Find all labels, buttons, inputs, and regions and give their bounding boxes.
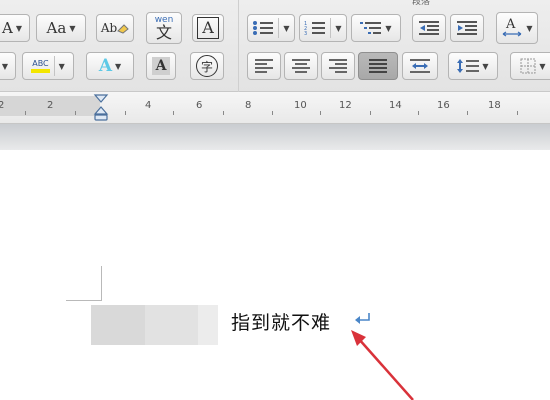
blurred-text-block — [91, 305, 145, 345]
document-page[interactable] — [0, 150, 550, 400]
text-direction-icon: A — [503, 17, 522, 37]
spell-label: Ab — [100, 21, 118, 35]
align-left-button[interactable] — [247, 52, 281, 80]
chevron-down-icon: ▼ — [69, 23, 76, 33]
font-color-label: A — [98, 56, 113, 76]
eraser-icon — [117, 24, 129, 34]
phonetic-guide-button[interactable]: wen 文 — [146, 12, 182, 44]
ruler-label: 6 — [196, 100, 203, 111]
align-right-icon — [329, 59, 347, 73]
borders-button[interactable]: ▼ — [510, 52, 550, 80]
blurred-text-block — [145, 305, 198, 345]
split-divider — [278, 18, 280, 38]
ruler-tick — [173, 111, 174, 115]
character-shading-button[interactable]: A — [146, 52, 176, 80]
numbering-button[interactable]: 1 2 3 ▼ — [299, 14, 347, 42]
increase-indent-icon — [457, 21, 477, 35]
align-left-icon — [255, 59, 273, 73]
group-separator — [238, 0, 239, 92]
margin-corner-mark — [66, 300, 102, 301]
decrease-indent-button[interactable] — [412, 14, 446, 42]
document-text[interactable]: 指到就不难 — [231, 308, 331, 335]
svg-text:A: A — [505, 17, 516, 32]
chevron-down-icon: ▼ — [385, 23, 392, 33]
justify-button[interactable] — [358, 52, 398, 80]
ruler-tick — [75, 111, 76, 115]
borders-icon — [520, 58, 536, 74]
decrease-indent-icon — [419, 21, 439, 35]
chevron-down-icon: ▼ — [115, 61, 122, 71]
chevron-down-icon: ▼ — [1, 61, 9, 71]
distribute-icon — [410, 59, 430, 73]
ruler-label: 2 — [0, 100, 5, 111]
font-color-button[interactable]: A ▼ — [86, 52, 134, 80]
boxed-char: A — [197, 17, 219, 39]
ruler-label: 8 — [245, 100, 252, 111]
text-direction-button[interactable]: A ▼ — [496, 12, 538, 44]
ruler-tick — [272, 111, 273, 115]
ruler-label: 16 — [437, 100, 450, 111]
split-divider — [53, 56, 55, 76]
justify-icon — [369, 59, 387, 73]
chevron-down-icon: ▼ — [526, 23, 533, 33]
split-divider — [330, 18, 332, 38]
ruler-tick — [25, 111, 26, 115]
align-right-button[interactable] — [321, 52, 355, 80]
paragraph-mark-icon — [355, 313, 370, 324]
ruler-tick — [517, 111, 518, 115]
ruler-label: 10 — [294, 100, 307, 111]
spell-check-button[interactable]: Ab — [96, 14, 134, 42]
page-gap — [0, 124, 550, 150]
svg-text:3: 3 — [304, 31, 307, 36]
ruler-tick — [320, 111, 321, 115]
numbered-list-icon: 1 2 3 — [304, 21, 326, 36]
multilevel-list-icon — [360, 22, 382, 34]
ruler-tick — [418, 111, 419, 115]
ribbon-toolbar: 段落 A ▼ Aa ▼ Ab wen 文 A ▼ 1 2 3 ▼ ▼ A ▼ ▼… — [0, 0, 550, 92]
line-spacing-icon — [457, 59, 480, 73]
ruler-tick — [370, 111, 371, 115]
ruler-label: 2 — [47, 100, 54, 111]
ruler-tick — [467, 111, 468, 115]
chevron-down-icon: ▼ — [283, 23, 290, 33]
chevron-down-icon: ▼ — [482, 61, 489, 71]
blurred-text-block — [198, 305, 218, 345]
distribute-button[interactable] — [402, 52, 438, 80]
chevron-down-icon: ▼ — [335, 23, 342, 33]
align-center-button[interactable] — [284, 52, 318, 80]
ruler-label: 14 — [389, 100, 402, 111]
ruler-tick — [125, 111, 126, 115]
circled-char: 字 — [196, 55, 218, 77]
indent-marker-icon[interactable] — [93, 94, 109, 122]
ruler-label: 12 — [339, 100, 352, 111]
multilevel-list-button[interactable]: ▼ — [351, 14, 401, 42]
highlight-button[interactable]: ABC ▼ — [22, 52, 74, 80]
case-left-label: A — [2, 19, 13, 37]
change-case-left-button[interactable]: A ▼ — [0, 14, 30, 42]
ruler-label: 4 — [145, 100, 152, 111]
shaded-char: A — [151, 57, 171, 75]
character-border-button[interactable]: A — [192, 14, 224, 42]
bullets-button[interactable]: ▼ — [247, 14, 295, 42]
align-center-icon — [292, 59, 310, 73]
ruler-tick — [223, 111, 224, 115]
horizontal-ruler[interactable]: 2 2 4 6 8 10 12 14 16 18 — [0, 92, 550, 124]
ruler-label: 18 — [488, 100, 501, 111]
font-options-button[interactable]: ▼ — [0, 52, 16, 80]
highlight-label: ABC — [31, 59, 50, 73]
change-case-label: Aa — [46, 19, 67, 37]
bullet-list-icon — [253, 21, 274, 35]
change-case-button[interactable]: Aa ▼ — [36, 14, 86, 42]
increase-indent-button[interactable] — [450, 14, 484, 42]
margin-corner-mark — [101, 266, 102, 300]
paragraph-group-title: 段落 — [412, 0, 431, 7]
line-spacing-button[interactable]: ▼ — [448, 52, 498, 80]
chevron-down-icon: ▼ — [15, 23, 22, 33]
chevron-down-icon: ▼ — [58, 61, 65, 71]
enclose-characters-button[interactable]: 字 — [190, 52, 224, 80]
phonetic-char: 文 — [155, 22, 172, 42]
chevron-down-icon: ▼ — [539, 61, 546, 71]
